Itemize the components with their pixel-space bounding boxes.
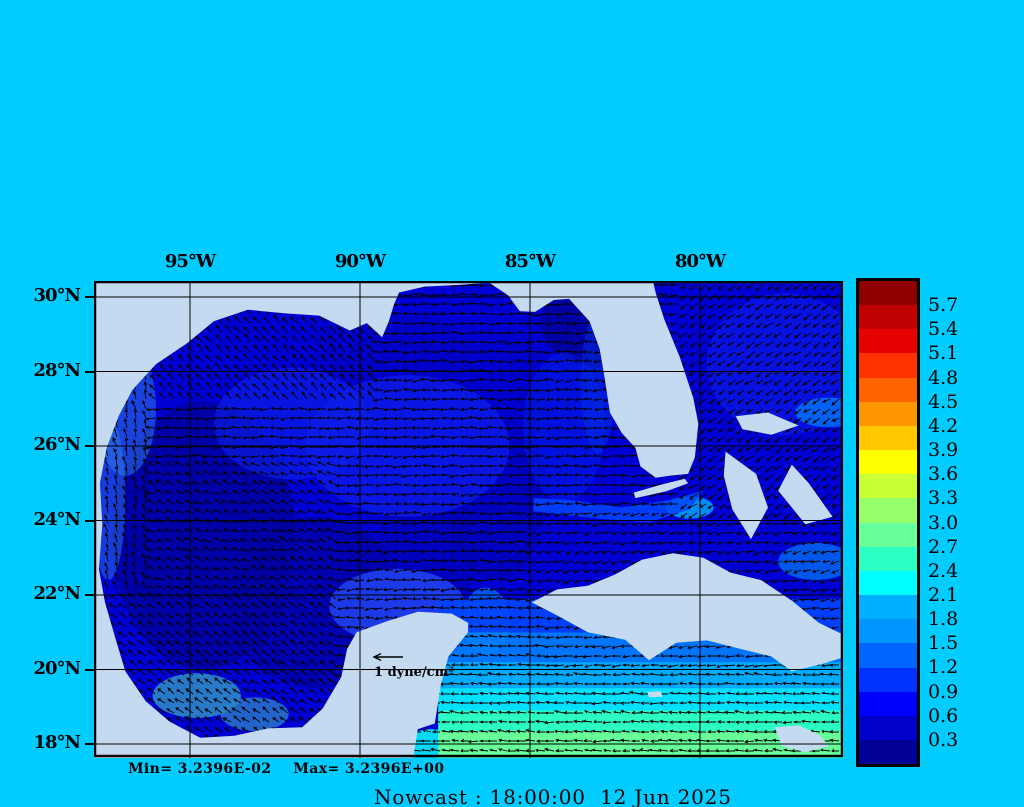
map-graphic [94, 281, 843, 758]
y-tick-label: 28°N [33, 359, 81, 381]
colorbar-segment [859, 474, 917, 499]
colorbar-segment [859, 619, 917, 644]
colorbar-segment [859, 595, 917, 620]
y-tick-label: 20°N [33, 657, 81, 679]
colorbar-segment [859, 691, 917, 716]
y-tick-mark [85, 668, 94, 671]
y-tick-mark [85, 594, 94, 596]
y-tick-mark [85, 370, 94, 373]
max-stat: Max= 3.2396E+00 [293, 761, 445, 777]
colorbar-segment [859, 715, 917, 740]
colorbar-segment [859, 329, 917, 354]
colorbar-tick-label: 3.0 [928, 511, 959, 534]
x-tick-label: 80°W [674, 251, 726, 272]
colorbar-segment [859, 305, 917, 330]
colorbar-tick-label: 4.2 [928, 414, 959, 437]
vector-key-label: 1 dyne/cm² [374, 665, 455, 680]
colorbar-tick-label: 3.6 [928, 463, 959, 486]
colorbar-tick-label: 5.1 [928, 342, 959, 365]
y-tick-label: 22°N [33, 583, 81, 604]
colorbar-segment [859, 546, 917, 571]
stats-line: Min= 3.2396E-02 Max= 3.2396E+00 [128, 761, 444, 777]
colorbar-tick-label: 3.3 [928, 487, 959, 510]
colorbar-tick-label: 1.5 [928, 632, 959, 655]
min-stat: Min= 3.2396E-02 [128, 761, 272, 777]
colorbar-tick-label: 2.7 [928, 535, 959, 558]
colorbar-segment [859, 522, 917, 547]
figure-canvas: Min= 3.2396E-02 Max= 3.2396E+00 Nowcast :… [0, 0, 1024, 807]
y-tick-label: 18°N [33, 732, 81, 753]
colorbar [856, 278, 920, 767]
colorbar-segment [859, 281, 917, 306]
colorbar-segment [859, 643, 917, 668]
colorbar-tick-label: 0.9 [928, 680, 959, 703]
colorbar-segment [859, 401, 917, 426]
colorbar-segment [859, 353, 917, 378]
map-plot [94, 281, 843, 758]
y-tick-mark [85, 445, 94, 447]
colorbar-tick-label: 5.7 [928, 294, 959, 317]
colorbar-segment [859, 570, 917, 596]
colorbar-tick-label: 4.8 [928, 366, 959, 389]
y-tick-label: 26°N [33, 434, 81, 455]
x-tick-label: 85°W [504, 251, 556, 272]
colorbar-tick-label: 1.8 [928, 608, 959, 631]
colorbar-segment [859, 425, 917, 451]
colorbar-tick-label: 4.5 [928, 390, 959, 413]
colorbar-segment [859, 450, 917, 475]
colorbar-tick-label: 1.2 [928, 656, 959, 679]
colorbar-tick-label: 3.9 [928, 439, 959, 462]
y-tick-label: 24°N [33, 508, 81, 530]
colorbar-segment [859, 739, 917, 765]
plot-title: Nowcast : 18:00:00 12 Jun 2025 [374, 785, 732, 807]
colorbar-tick-label: 5.4 [928, 318, 959, 341]
y-tick-mark [85, 743, 94, 745]
y-tick-mark [85, 519, 94, 522]
colorbar-tick-label: 0.3 [928, 728, 959, 751]
y-tick-mark [85, 296, 94, 298]
colorbar-tick-label: 0.6 [928, 704, 959, 727]
colorbar-segment [859, 377, 917, 402]
x-tick-label: 90°W [334, 251, 386, 272]
colorbar-segment [859, 498, 917, 523]
colorbar-tick-label: 2.4 [928, 559, 959, 582]
colorbar-tick-label: 2.1 [928, 583, 959, 606]
x-tick-label: 95°W [164, 251, 216, 272]
y-tick-label: 30°N [33, 285, 81, 306]
colorbar-segment [859, 667, 917, 692]
